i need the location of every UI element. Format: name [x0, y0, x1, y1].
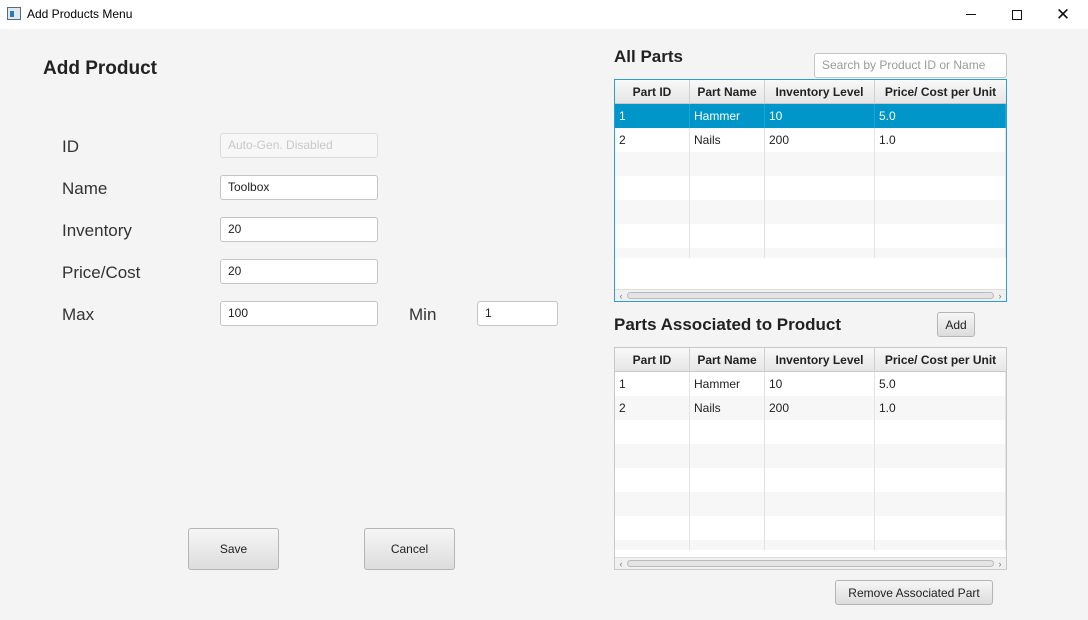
all-parts-table-body: 1 Hammer 10 5.0 2 Nails 200 1.0 — [615, 104, 1006, 258]
empty-row — [615, 420, 1006, 444]
add-button[interactable]: Add — [937, 312, 975, 337]
min-label: Min — [409, 305, 437, 324]
inventory-label: Inventory — [62, 221, 132, 240]
cell-part-name: Hammer — [690, 104, 765, 128]
column-header[interactable]: Part Name — [690, 348, 765, 372]
cell-part-name: Nails — [690, 128, 765, 152]
empty-row — [615, 248, 1006, 258]
scroll-right-icon[interactable]: › — [995, 290, 1005, 301]
app-window-icon — [7, 7, 21, 20]
minimize-icon — [966, 14, 976, 15]
cell-inventory: 10 — [765, 104, 875, 128]
all-parts-heading: All Parts — [614, 47, 683, 66]
cell-inventory: 10 — [765, 372, 875, 396]
title-bar: Add Products Menu ✕ — [0, 0, 1088, 29]
scroll-left-icon[interactable]: ‹ — [616, 558, 626, 569]
horizontal-scrollbar[interactable]: ‹ › — [615, 289, 1006, 301]
cell-price: 5.0 — [875, 104, 1006, 128]
cell-inventory: 200 — [765, 128, 875, 152]
max-field[interactable]: 100 — [220, 301, 378, 326]
id-field: Auto-Gen. Disabled — [220, 133, 378, 158]
associated-parts-table-body: 1 Hammer 10 5.0 2 Nails 200 1.0 — [615, 372, 1006, 550]
cell-price: 1.0 — [875, 396, 1006, 420]
empty-row — [615, 516, 1006, 540]
all-parts-table-header: Part ID Part Name Inventory Level Price/… — [615, 80, 1006, 104]
empty-row — [615, 540, 1006, 550]
cell-part-id: 1 — [615, 104, 690, 128]
associated-parts-heading: Parts Associated to Product — [614, 315, 842, 334]
table-row[interactable]: 1 Hammer 10 5.0 — [615, 104, 1006, 128]
cell-part-id: 2 — [615, 128, 690, 152]
cell-part-name: Hammer — [690, 372, 765, 396]
close-icon: ✕ — [1055, 5, 1071, 24]
save-button[interactable]: Save — [188, 528, 279, 570]
column-header[interactable]: Part ID — [615, 348, 690, 372]
price-label: Price/Cost — [62, 263, 141, 282]
empty-row — [615, 152, 1006, 176]
cell-part-id: 1 — [615, 372, 690, 396]
cell-part-name: Nails — [690, 396, 765, 420]
column-header[interactable]: Part Name — [690, 80, 765, 104]
table-row[interactable]: 1 Hammer 10 5.0 — [615, 372, 1006, 396]
associated-parts-table-header: Part ID Part Name Inventory Level Price/… — [615, 348, 1006, 372]
table-row[interactable]: 2 Nails 200 1.0 — [615, 128, 1006, 152]
scrollbar-thumb[interactable] — [627, 292, 994, 299]
price-field[interactable]: 20 — [220, 259, 378, 284]
column-header[interactable]: Part ID — [615, 80, 690, 104]
minimize-button[interactable] — [948, 0, 994, 29]
horizontal-scrollbar[interactable]: ‹ › — [615, 557, 1006, 569]
all-parts-table[interactable]: Part ID Part Name Inventory Level Price/… — [614, 79, 1007, 302]
name-field[interactable]: Toolbox — [220, 175, 378, 200]
cell-part-id: 2 — [615, 396, 690, 420]
column-header[interactable]: Price/ Cost per Unit — [875, 348, 1006, 372]
empty-row — [615, 176, 1006, 200]
column-header[interactable]: Inventory Level — [765, 80, 875, 104]
cell-price: 5.0 — [875, 372, 1006, 396]
maximize-button[interactable] — [994, 0, 1040, 29]
cell-inventory: 200 — [765, 396, 875, 420]
column-header[interactable]: Price/ Cost per Unit — [875, 80, 1006, 104]
name-label: Name — [62, 179, 108, 198]
inventory-field[interactable]: 20 — [220, 217, 378, 242]
window-title: Add Products Menu — [27, 7, 133, 21]
associated-parts-table[interactable]: Part ID Part Name Inventory Level Price/… — [614, 347, 1007, 570]
id-label: ID — [62, 137, 79, 156]
empty-row — [615, 224, 1006, 248]
cancel-button[interactable]: Cancel — [364, 528, 455, 570]
cell-price: 1.0 — [875, 128, 1006, 152]
page-title: Add Product — [43, 58, 157, 79]
remove-associated-part-button[interactable]: Remove Associated Part — [835, 580, 993, 605]
close-button[interactable]: ✕ — [1040, 0, 1086, 29]
column-header[interactable]: Inventory Level — [765, 348, 875, 372]
empty-row — [615, 444, 1006, 468]
scrollbar-thumb[interactable] — [627, 560, 994, 567]
max-label: Max — [62, 305, 95, 324]
empty-row — [615, 492, 1006, 516]
min-field[interactable]: 1 — [477, 301, 558, 326]
empty-row — [615, 200, 1006, 224]
parts-search-input[interactable]: Search by Product ID or Name — [814, 53, 1007, 78]
table-row[interactable]: 2 Nails 200 1.0 — [615, 396, 1006, 420]
scroll-right-icon[interactable]: › — [995, 558, 1005, 569]
empty-row — [615, 468, 1006, 492]
maximize-icon — [1012, 9, 1022, 20]
scroll-left-icon[interactable]: ‹ — [616, 290, 626, 301]
